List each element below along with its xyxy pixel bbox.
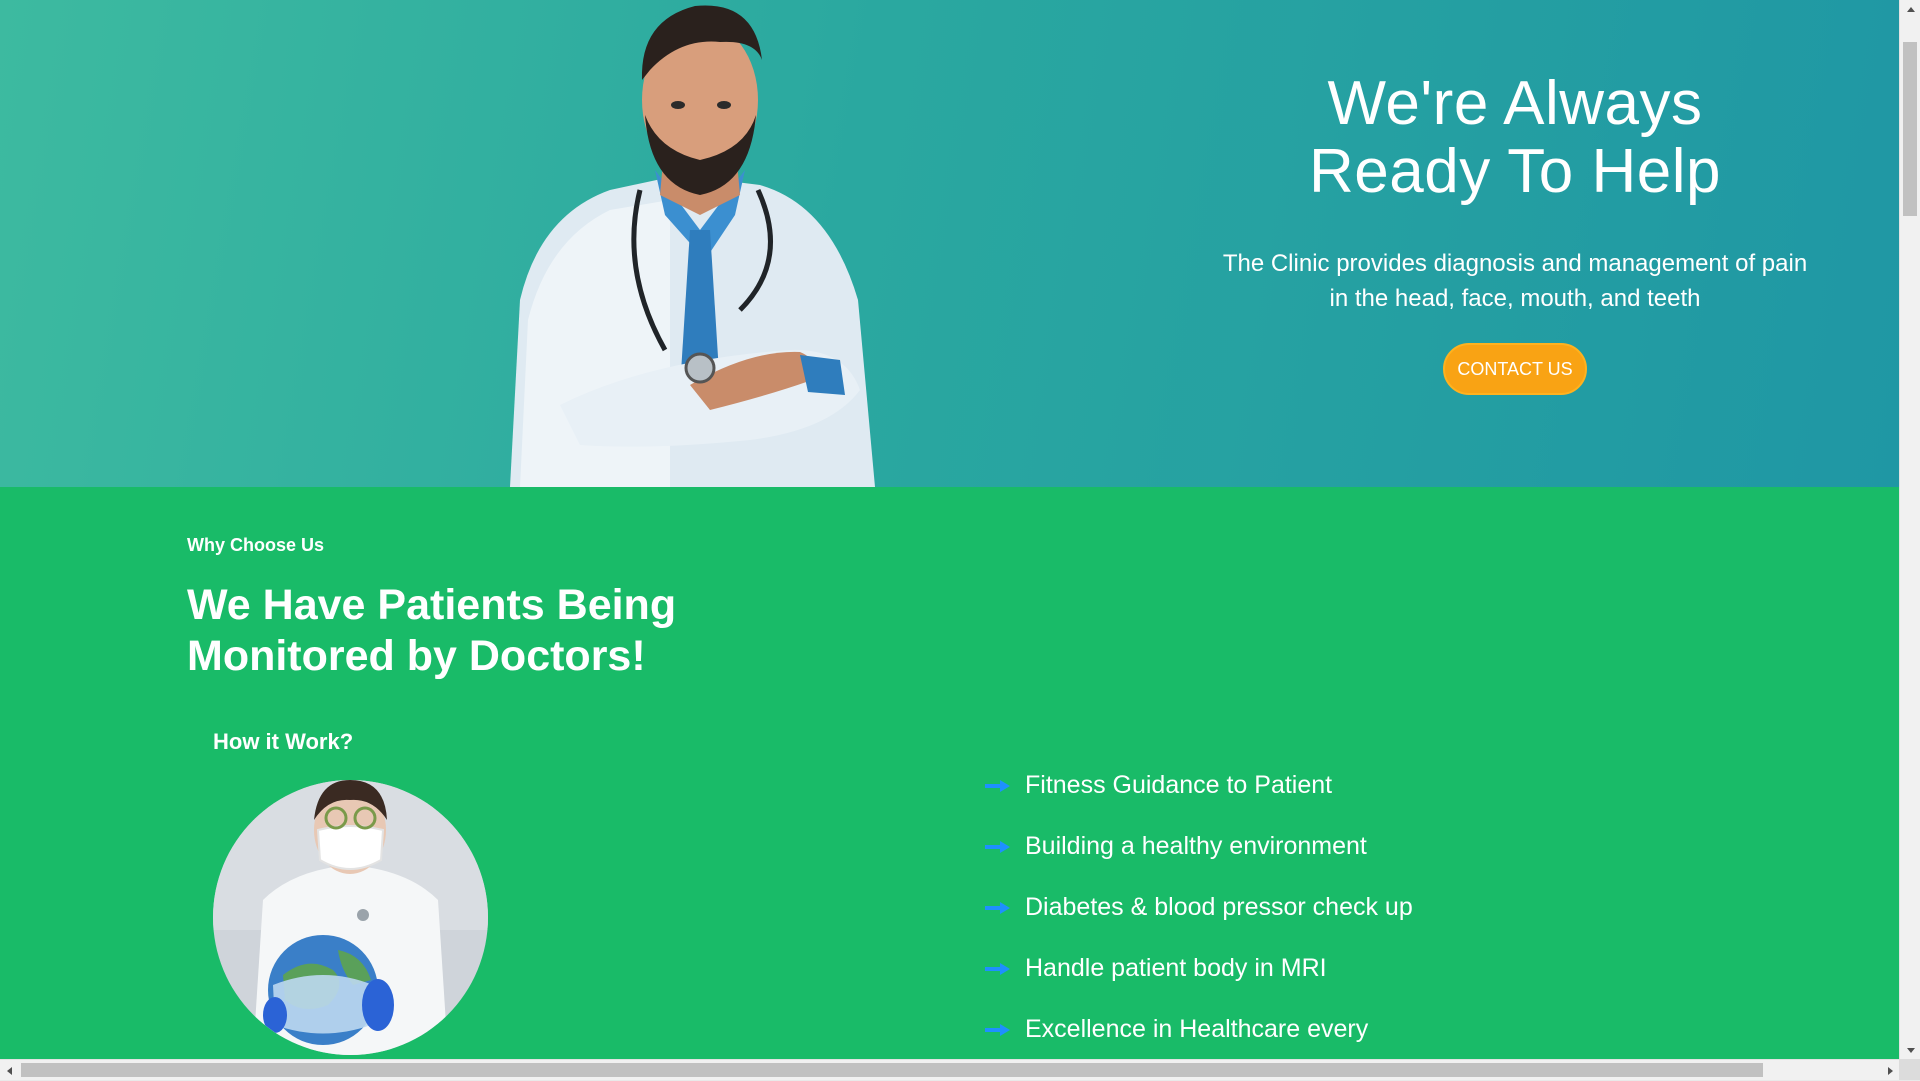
feature-label: Building a healthy environment — [1025, 832, 1367, 860]
hero-text-block: We're Always Ready To Help The Clinic pr… — [1200, 70, 1830, 395]
section-eyebrow: Why Choose Us — [187, 535, 325, 555]
arrow-right-icon — [985, 840, 1010, 853]
scroll-left-arrow-icon[interactable] — [0, 1060, 18, 1081]
arrow-right-icon — [985, 962, 1010, 975]
page-viewport: We're Always Ready To Help The Clinic pr… — [0, 0, 1899, 1059]
how-it-work-title: How it Work? — [213, 729, 354, 754]
list-item: Diabetes & blood pressor check up — [985, 877, 1413, 938]
hero-subtitle: The Clinic provides diagnosis and manage… — [1222, 250, 1808, 312]
horizontal-scrollbar[interactable] — [0, 1059, 1899, 1080]
list-item: Building a healthy environment — [985, 816, 1413, 877]
arrow-right-icon — [985, 779, 1010, 792]
hero-title-line1: We're Always — [1327, 69, 1703, 138]
arrow-right-icon — [985, 1023, 1010, 1036]
feature-label: Diabetes & blood pressor check up — [1025, 893, 1413, 921]
hero-title-line2: Ready To Help — [1308, 137, 1722, 206]
list-item: Handle patient body in MRI — [985, 938, 1413, 999]
scroll-up-arrow-icon[interactable] — [1900, 0, 1920, 18]
why-choose-us-section: Why Choose Us We Have Patients Being Mon… — [0, 487, 1899, 1059]
section-title: We Have Patients Being Monitored by Doct… — [187, 580, 807, 682]
hero-section: We're Always Ready To Help The Clinic pr… — [0, 0, 1899, 487]
feature-list: Fitness Guidance to Patient Building a h… — [985, 755, 1413, 1059]
list-item: Excellence in Healthcare every — [985, 999, 1413, 1059]
section-title-line1: We Have Patients Being — [187, 581, 677, 629]
feature-label: Excellence in Healthcare every — [1025, 1015, 1369, 1043]
vertical-scrollbar[interactable] — [1899, 0, 1920, 1059]
list-item: Fitness Guidance to Patient — [985, 755, 1413, 816]
arrow-right-icon — [985, 901, 1010, 914]
doctor-image — [510, 5, 875, 487]
feature-label: Fitness Guidance to Patient — [1025, 771, 1333, 799]
contact-us-button[interactable]: CONTACT US — [1443, 343, 1587, 395]
hero-title: We're Always Ready To Help — [1200, 70, 1830, 206]
scroll-down-arrow-icon[interactable] — [1900, 1041, 1920, 1059]
nurse-image — [213, 780, 488, 1055]
scroll-right-arrow-icon[interactable] — [1881, 1060, 1899, 1081]
vertical-scroll-thumb[interactable] — [1903, 42, 1917, 216]
horizontal-scroll-thumb[interactable] — [21, 1063, 1763, 1077]
scrollbar-corner — [1899, 1059, 1920, 1080]
section-title-line2: Monitored by Doctors! — [187, 632, 646, 680]
feature-label: Handle patient body in MRI — [1025, 954, 1327, 982]
